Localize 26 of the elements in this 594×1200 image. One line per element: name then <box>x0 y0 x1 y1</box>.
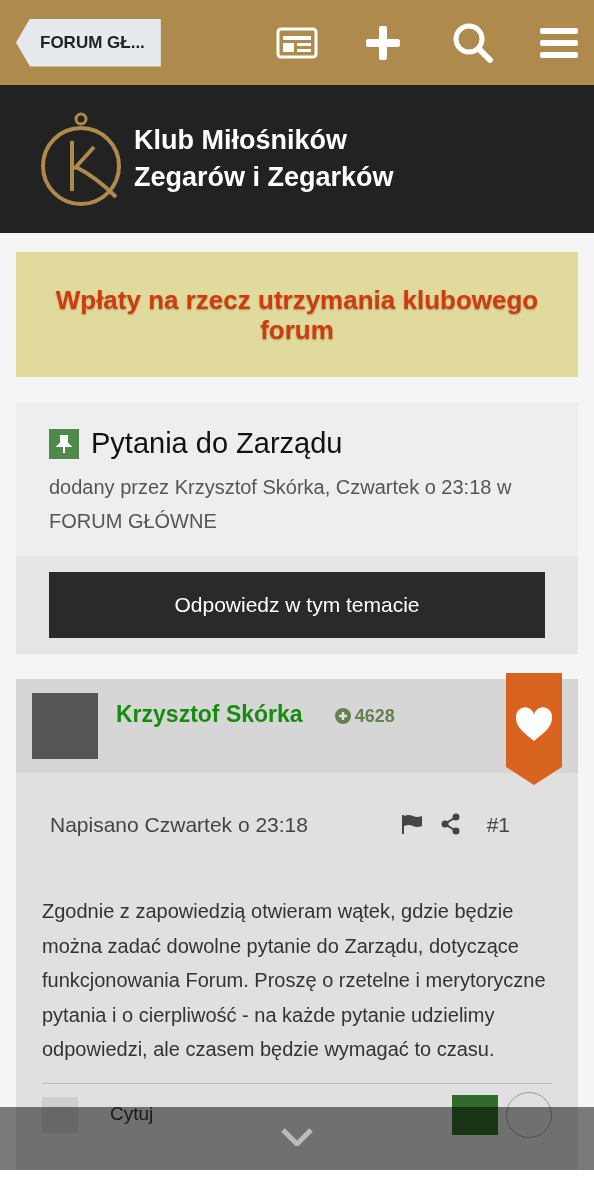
like-ribbon-icon[interactable] <box>506 672 562 785</box>
post-number[interactable]: #1 <box>486 808 510 840</box>
site-name: Zegarów i Zegarków <box>134 161 394 194</box>
post-body: Zgodnie z zapowiedzią otwieram wątek, gdzie będzie można zadać dowolne pytanie do Zarządu, dotyczące funkcjonowania Forum. Proszę o rzetelne i merytoryczne pytania i o cierpliwość - na każde pytanie udzielimy odpowiedzi, ale czasem będzie wymagać to czasu. <box>41 899 547 1062</box>
reputation-count: 4628 <box>354 704 395 728</box>
author-name[interactable]: Krzysztof Skórka <box>116 696 303 731</box>
site-name: Klub Miłośników <box>134 124 348 157</box>
plus-icon[interactable] <box>366 25 400 60</box>
pocket-watch-logo-icon[interactable] <box>40 111 122 207</box>
quote-icon-button[interactable] <box>452 1094 498 1135</box>
quote-label[interactable]: Cytuj <box>110 1100 154 1129</box>
post-date: Napisano Czwartek o 23:18 <box>50 811 308 838</box>
menu-icon[interactable] <box>540 26 578 59</box>
share-icon[interactable] <box>440 813 461 836</box>
breadcrumb-link[interactable]: FORUM GŁ... <box>16 18 161 67</box>
reply-button[interactable]: Odpowiedz w tym temacie <box>49 571 545 638</box>
chevron-down-icon[interactable] <box>281 1128 313 1146</box>
search-icon[interactable] <box>452 21 494 64</box>
news-icon[interactable] <box>276 26 318 59</box>
plus-circle-icon <box>334 708 351 724</box>
announcement-text[interactable]: Wpłaty na rzecz utrzymania klubowego forum <box>48 284 546 345</box>
quote-toggle-button[interactable] <box>42 1096 78 1133</box>
announcement-banner[interactable]: Wpłaty na rzecz utrzymania klubowego forum <box>16 252 578 377</box>
topic-title: Pytania do Zarządu <box>91 426 343 461</box>
flag-icon[interactable] <box>400 814 423 835</box>
topic-meta: dodany przez Krzysztof Skórka, Czwartek o 23:18 w FORUM GŁÓWNE <box>49 474 513 534</box>
